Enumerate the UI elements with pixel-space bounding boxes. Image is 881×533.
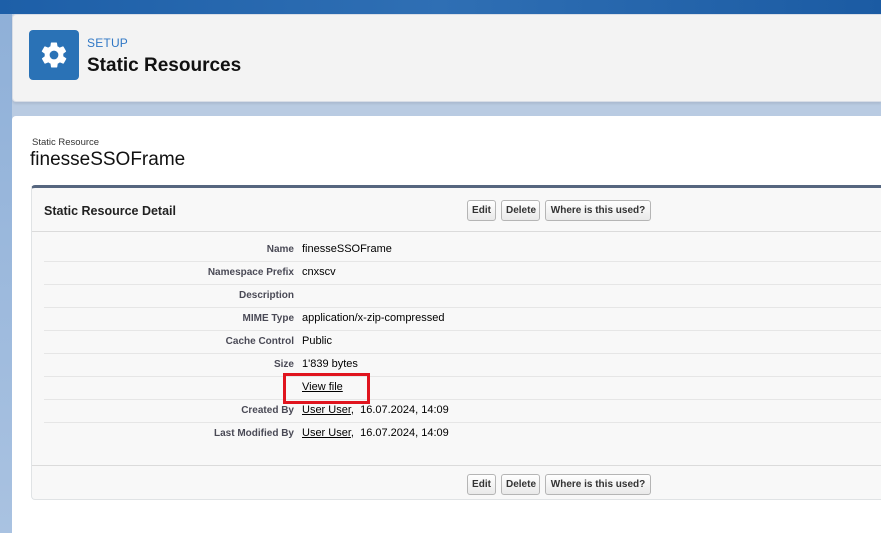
field-value: cnxscv (302, 266, 336, 278)
page-title: Static Resources (87, 55, 242, 76)
field-row-created-by: Created By User User, 16.07.2024, 14:09 (44, 400, 881, 423)
highlight-annotation (283, 373, 370, 404)
field-label: Description (238, 290, 294, 301)
field-row-mime-type: MIME Type application/x-zip-compressed (44, 308, 881, 331)
top-banner (0, 0, 881, 14)
edit-button[interactable]: Edit (467, 200, 496, 221)
detail-fields: Name finesseSSOFrame Namespace Prefix cn… (44, 239, 881, 446)
created-by-user-link[interactable]: User User (302, 404, 351, 416)
field-row-view-file: View file (44, 377, 881, 400)
setup-breadcrumb[interactable]: SETUP (87, 36, 128, 50)
resource-name-heading: finesseSSOFrame (30, 149, 186, 170)
delete-button-bottom[interactable]: Delete (501, 474, 540, 495)
field-label: Size (273, 359, 294, 370)
left-background (0, 14, 12, 533)
modified-by-user-link[interactable]: User User (302, 427, 351, 439)
field-row-last-modified-by: Last Modified By User User, 16.07.2024, … (44, 423, 881, 446)
field-row-description: Description (44, 285, 881, 308)
field-label: Created By (241, 405, 294, 416)
field-value: User User, 16.07.2024, 14:09 (302, 404, 449, 416)
field-value: Public (302, 335, 332, 347)
detail-panel: Static Resource Detail Edit Delete Where… (31, 185, 881, 500)
where-used-button[interactable]: Where is this used? (545, 200, 651, 221)
resource-type-label: Static Resource (32, 137, 100, 148)
where-used-button-bottom[interactable]: Where is this used? (545, 474, 651, 495)
field-value: 1'839 bytes (302, 358, 358, 370)
field-value: finesseSSOFrame (302, 243, 392, 255)
field-row-size: Size 1'839 bytes (44, 354, 881, 377)
detail-title: Static Resource Detail (44, 204, 176, 218)
field-value: User User, 16.07.2024, 14:09 (302, 427, 449, 439)
setup-header: SETUP Static Resources (12, 14, 881, 102)
edit-button-bottom[interactable]: Edit (467, 474, 496, 495)
modified-date: 16.07.2024, 14:09 (360, 427, 449, 439)
field-row-namespace: Namespace Prefix cnxscv (44, 262, 881, 285)
field-label: Name (266, 244, 294, 255)
gear-icon (29, 30, 79, 80)
field-label: Cache Control (225, 336, 294, 347)
field-label: MIME Type (242, 313, 294, 324)
created-date: 16.07.2024, 14:09 (360, 404, 449, 416)
field-value: application/x-zip-compressed (302, 312, 445, 324)
field-row-cache-control: Cache Control Public (44, 331, 881, 354)
field-row-name: Name finesseSSOFrame (44, 239, 881, 262)
detail-header: Static Resource Detail Edit Delete Where… (32, 188, 881, 232)
delete-button[interactable]: Delete (501, 200, 540, 221)
field-label: Namespace Prefix (207, 267, 294, 278)
footer-divider (32, 465, 881, 466)
field-label: Last Modified By (213, 428, 294, 439)
content-panel: Static Resource finesseSSOFrame Static R… (12, 116, 881, 533)
